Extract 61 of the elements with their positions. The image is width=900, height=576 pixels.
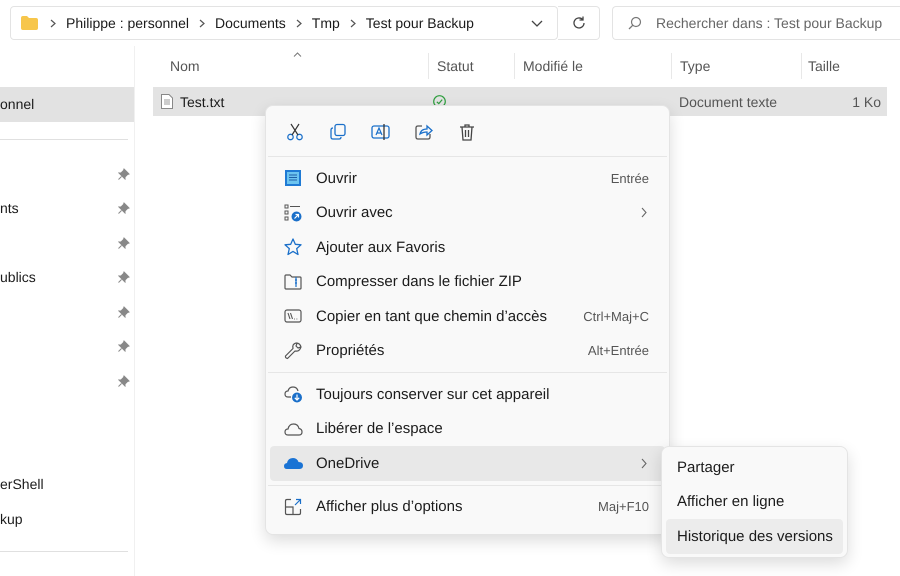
chevron-icon [350,18,356,28]
menu-item[interactable]: Ajouter aux Favoris [270,230,665,264]
menu-item[interactable]: Ouvrir avec [270,196,665,230]
copy-icon [329,123,347,141]
refresh-icon [570,15,586,31]
menu-item[interactable]: Copier en tant que chemin d’accès Ctrl+Maj+C [270,299,665,334]
breadcrumb[interactable]: Test pour Backup [366,15,474,31]
column-header[interactable]: Statut [429,53,515,79]
sidebar-item[interactable]: kup [0,502,134,536]
rename-icon [371,123,391,141]
shortcut-text: Ctrl+Maj+C [583,308,649,324]
menu-item[interactable]: Afficher en ligne [666,484,843,519]
breadcrumb[interactable]: Tmp [312,15,340,31]
shortcut-text: Maj+F10 [598,499,649,514]
cloud-download-icon [284,385,302,404]
column-header[interactable]: Modifié le [515,53,672,79]
shortcut-text: Alt+Entrée [588,343,649,358]
sidebar-item[interactable]: onnel [0,87,134,122]
wrench-icon [284,342,302,360]
text-file-icon [161,94,173,109]
sidebar-item[interactable]: erShell [0,467,134,502]
table-cell: Document texte [679,94,778,110]
zip-folder-icon [284,272,302,291]
breadcrumb[interactable]: Philippe : personnel [66,15,189,31]
open-with-icon [284,204,302,222]
column-header[interactable]: Nom [153,53,429,79]
sidebar-item[interactable]: nts [0,191,134,226]
menu-item[interactable]: Partager [666,450,843,484]
cloud-icon [284,422,302,436]
more-options-icon [284,498,302,516]
path-icon [284,308,302,324]
dropdown-icon[interactable] [531,20,543,26]
sidebar-item[interactable]: ublics [0,260,134,294]
notepad-icon [284,169,302,188]
file-name: Test.txt [180,94,224,110]
share-icon [415,123,433,141]
shortcut-text: Entrée [610,170,649,186]
trash-icon [459,123,475,141]
table-cell: 1 Ko [852,94,881,110]
column-header[interactable]: Type [672,53,802,79]
menu-item[interactable]: OneDrive [270,446,665,480]
menu-item[interactable]: Ouvrir Entrée [270,161,665,196]
menu-item[interactable]: Historique des versions [666,519,843,554]
menu-item[interactable]: Afficher plus d’options Maj+F10 [270,490,665,524]
menu-item[interactable]: Toujours conserver sur cet appareil [270,377,665,412]
cloud-icon [284,457,302,470]
folder-icon [21,16,38,30]
chevron-icon [198,18,205,28]
search-field[interactable]: Rechercher dans : Test pour Backup [612,6,900,40]
scissors-icon [286,123,304,141]
chevron-icon [296,18,302,28]
menu-item[interactable]: Propriétés Alt+Entrée [270,334,665,368]
chevron-icon [50,18,56,28]
star-icon [284,238,302,256]
column-header[interactable]: Taille [802,53,887,79]
sort-icon [293,52,302,57]
menu-item[interactable]: Libérer de l’espace [270,412,665,446]
refresh-button[interactable] [558,6,600,40]
menu-item[interactable]: Compresser dans le fichier ZIP [270,264,665,299]
address-bar[interactable]: Philippe : personnel Documents Tmp Test pour Backup [10,6,558,40]
breadcrumb[interactable]: Documents [214,15,286,31]
